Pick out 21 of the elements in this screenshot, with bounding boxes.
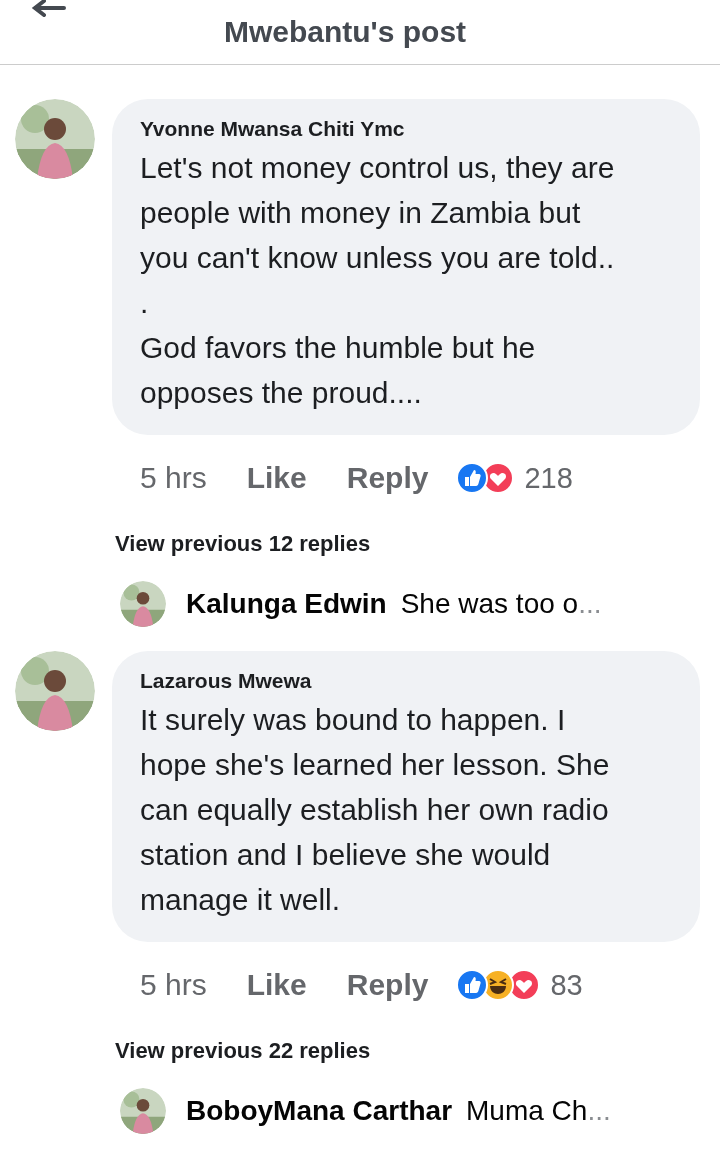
- comment-text: Let's not money control us, they are people with money in Zambia but you can't know unless you are told.. . God favors the humble but he opposes the proud....: [140, 150, 616, 411]
- reply-preview[interactable]: Muma Ch...: [466, 1095, 611, 1127]
- like-icon: [456, 969, 489, 1001]
- reply-link[interactable]: Reply: [346, 461, 429, 495]
- reply-link[interactable]: Reply: [346, 968, 429, 1002]
- page-title: Mwebantu's post: [222, 15, 468, 49]
- like-icon: [456, 462, 489, 494]
- like-link[interactable]: Like: [246, 968, 307, 1002]
- comment-time: 5 hrs: [140, 461, 207, 495]
- reply-preview[interactable]: She was too o...: [400, 588, 602, 620]
- comment-text: It surely was bound to happen. I hope she's learned her lesson. She can equally establish her own radio station and I believe she would manage it well.: [140, 702, 611, 918]
- reaction-count[interactable]: 218: [524, 461, 573, 495]
- view-replies-link[interactable]: View previous 12 replies: [0, 503, 720, 557]
- comment-author[interactable]: Yvonne Mwansa Chiti Ymc: [140, 117, 674, 141]
- reply-author[interactable]: BoboyMana Carthar: [186, 1095, 453, 1127]
- comment-author[interactable]: Lazarous Mwewa: [140, 669, 674, 693]
- reply-author[interactable]: Kalunga Edwin: [186, 588, 387, 620]
- reaction-count[interactable]: 83: [550, 968, 583, 1002]
- like-link[interactable]: Like: [246, 461, 307, 495]
- view-replies-link[interactable]: View previous 22 replies: [0, 1010, 720, 1064]
- comment-time: 5 hrs: [140, 968, 207, 1002]
